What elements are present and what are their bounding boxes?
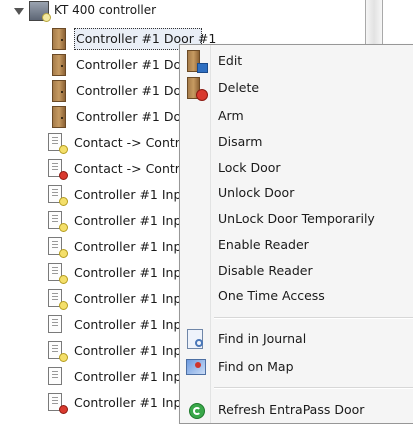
menu-item-enable-reader[interactable]: Enable Reader [180, 233, 413, 257]
menu-item-label: Arm [218, 108, 244, 123]
controller-icon [29, 1, 51, 22]
vertical-scrollbar[interactable] [365, 0, 383, 49]
tree-item-label: Controller #1 Door [76, 109, 194, 124]
status-normal-icon [59, 145, 68, 154]
door-icon [52, 106, 66, 128]
menu-item-label: UnLock Door Temporarily [218, 211, 375, 226]
tree-root-controller[interactable]: KT 400 controller [0, 0, 380, 26]
status-normal-icon [59, 197, 68, 206]
menu-item-label: Refresh EntraPass Door [218, 402, 365, 417]
status-normal-icon [59, 353, 68, 362]
menu-separator [214, 317, 413, 319]
menu-item-lock-door[interactable]: Lock Door [180, 156, 413, 180]
tree-item-label: Controller #1 Inpu [74, 213, 190, 228]
tree-item-label: Controller #1 Door [76, 83, 194, 98]
menu-item-arm[interactable]: Arm [180, 104, 413, 128]
tree-item-label: Controller #1 Inpu [74, 395, 190, 410]
status-alarm-icon [59, 405, 68, 414]
menu-item-label: Find on Map [218, 359, 294, 374]
menu-item-disarm[interactable]: Disarm [180, 130, 413, 154]
status-normal-icon [59, 223, 68, 232]
menu-item-find-in-journal[interactable]: Find in Journal [180, 327, 413, 351]
map-icon [184, 356, 206, 378]
door-icon [52, 28, 66, 50]
tree-item-label: Contact -> Contro [74, 135, 188, 150]
tree-item-label: Controller #1 Inpu [74, 187, 190, 202]
menu-item-label: Find in Journal [218, 331, 307, 346]
tree-item-label: Controller #1 Inpu [74, 239, 190, 254]
status-alarm-icon [59, 171, 68, 180]
menu-item-refresh-entrapass-door[interactable]: Refresh EntraPass Door [180, 398, 413, 422]
menu-item-edit[interactable]: Edit [180, 49, 413, 73]
tree-root-label: KT 400 controller [54, 3, 157, 17]
context-menu: Edit Delete Arm Disarm Lock Door Unlock … [179, 44, 413, 424]
journal-search-icon [184, 328, 206, 350]
tree-item-label: Controller #1 Inpu [74, 317, 190, 332]
menu-item-label: Edit [218, 53, 243, 68]
status-normal-icon [59, 275, 68, 284]
menu-item-label: Disable Reader [218, 263, 313, 278]
menu-item-label: Enable Reader [218, 237, 309, 252]
menu-separator [214, 387, 413, 389]
menu-item-label: Delete [218, 80, 260, 95]
menu-item-label: Disarm [218, 134, 263, 149]
menu-item-disable-reader[interactable]: Disable Reader [180, 259, 413, 283]
menu-item-find-on-map[interactable]: Find on Map [180, 355, 413, 379]
menu-item-label: One Time Access [218, 288, 325, 303]
input-icon [48, 315, 62, 333]
tree-item-label: Controller #1 Inpu [74, 291, 190, 306]
menu-item-label: Lock Door [218, 160, 281, 175]
status-normal-icon [59, 249, 68, 258]
menu-item-one-time-access[interactable]: One Time Access [180, 284, 413, 308]
tree-item-label: Controller #1 Inpu [74, 343, 190, 358]
door-icon [52, 54, 66, 76]
status-normal-icon [59, 301, 68, 310]
refresh-icon [184, 399, 206, 421]
menu-item-unlock-door-temporarily[interactable]: UnLock Door Temporarily [180, 207, 413, 231]
input-icon [48, 367, 62, 385]
expand-arrow-icon[interactable] [14, 8, 24, 15]
tree-item-label: Controller #1 Inpu [74, 265, 190, 280]
tree-item-label: Controller #1 Inpu [74, 369, 190, 384]
tree-item-label: Controller #1 Door [76, 57, 194, 72]
edit-door-icon [184, 50, 208, 73]
door-icon [52, 80, 66, 102]
delete-door-icon [184, 77, 208, 101]
menu-item-unlock-door[interactable]: Unlock Door [180, 181, 413, 205]
tree-item-label: Contact -> Contro [74, 161, 188, 176]
menu-item-label: Unlock Door [218, 185, 295, 200]
menu-item-delete[interactable]: Delete [180, 76, 413, 101]
